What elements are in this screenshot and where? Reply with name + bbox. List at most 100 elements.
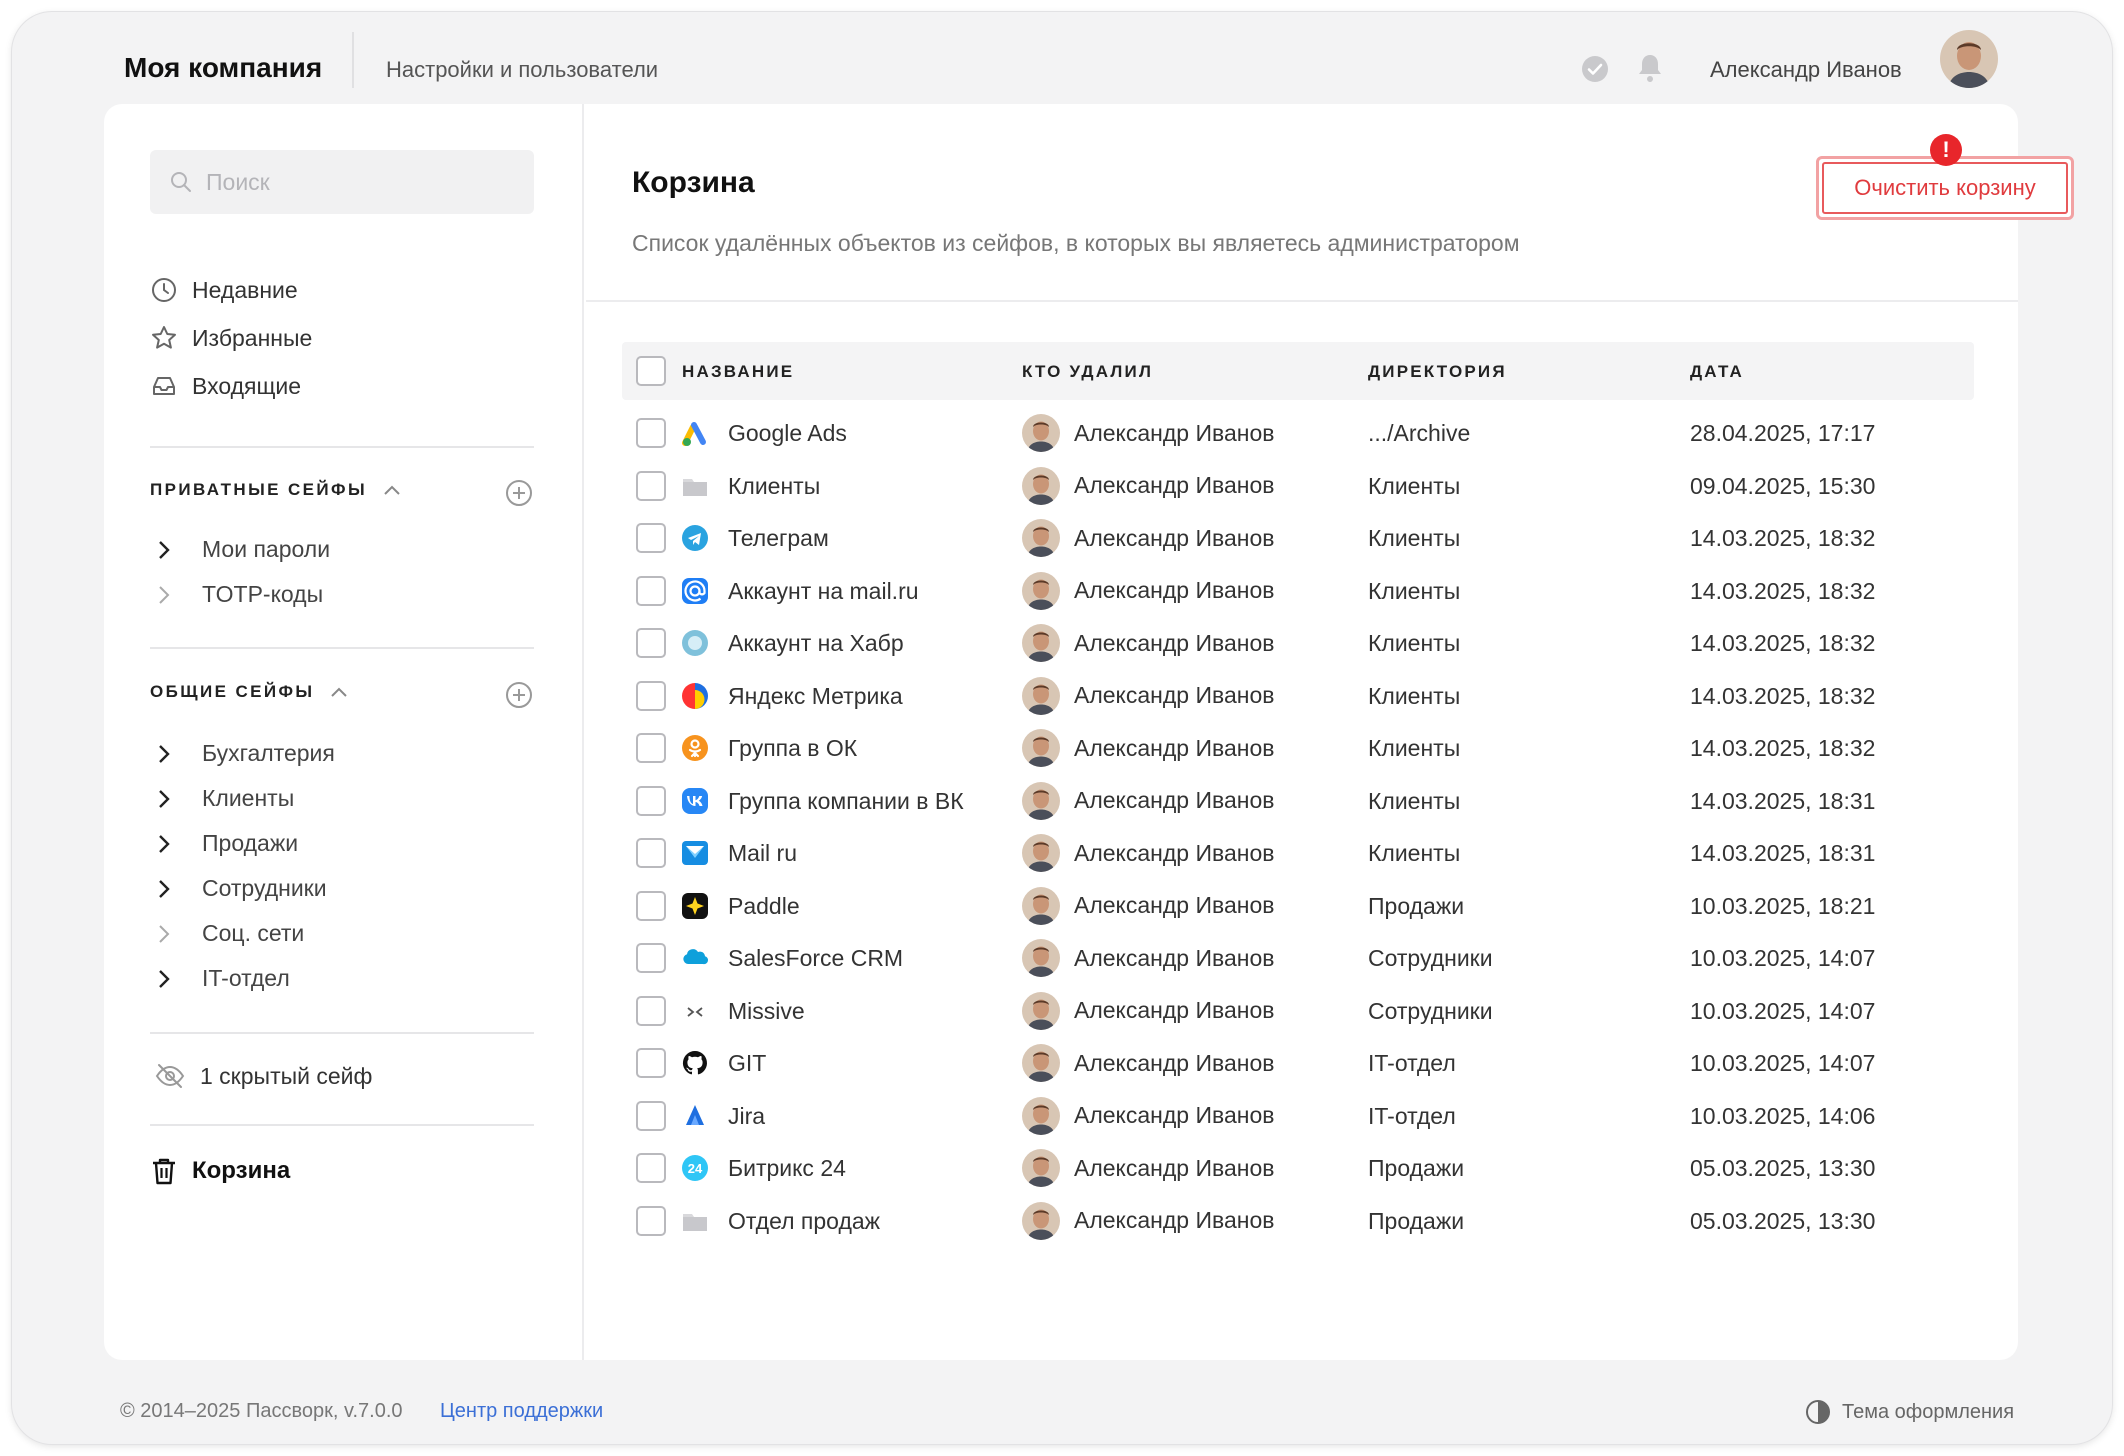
item-name[interactable]: Google Ads [728,420,847,447]
item-name[interactable]: Аккаунт на mail.ru [728,578,919,605]
table-row[interactable]: GIT Александр Иванов IT-отдел 10.03.2025, 1… [622,1038,1974,1091]
item-name[interactable]: SalesForce CRM [728,945,903,972]
add-shared-vault-icon[interactable] [504,680,534,710]
item-name[interactable]: Mail ru [728,840,797,867]
sidebar-item-employees[interactable]: Сотрудники [158,875,327,902]
row-checkbox[interactable] [636,838,666,868]
row-checkbox[interactable] [636,680,666,711]
item-name[interactable]: Клиенты [728,473,820,500]
hidden-vaults-link[interactable]: 1 скрытый сейф [154,1062,372,1090]
chevron-up-icon[interactable] [330,686,348,698]
avatar[interactable] [1940,30,1998,88]
check-circle-icon[interactable] [1580,54,1610,84]
select-all-checkbox[interactable] [636,356,666,386]
chevron-right-icon[interactable] [158,585,170,605]
table-row[interactable]: SalesForce CRM Александр Иванов Сотрудники… [622,933,1974,986]
table-row[interactable]: 24 Битрикс 24 Александр Иванов Продажи 05.03… [622,1143,1974,1196]
chevron-right-icon[interactable] [158,924,170,944]
chevron-right-icon[interactable] [158,540,170,560]
column-header-name[interactable]: НАЗВАНИЕ [682,362,794,382]
row-checkbox[interactable] [636,1205,666,1236]
deleted-by: Александр Иванов [1022,781,1274,820]
item-name[interactable]: Jira [728,1103,765,1130]
shared-vaults-header[interactable]: ОБЩИЕ СЕЙФЫ [150,682,348,702]
avatar [1022,1044,1060,1082]
table-row[interactable]: Отдел продаж Александр Иванов Продажи 05.03… [622,1196,1974,1249]
theme-toggle[interactable]: Тема оформления [1804,1398,2014,1426]
sidebar-item-sales[interactable]: Продажи [158,830,298,857]
item-name[interactable]: Отдел продаж [728,1208,880,1235]
support-link[interactable]: Центр поддержки [440,1400,603,1423]
deleted-date: 14.03.2025, 18:32 [1690,682,1876,709]
item-name[interactable]: Аккаунт на Хабр [728,630,904,657]
item-name[interactable]: Группа компании в ВК [728,788,964,815]
content-divider [586,300,2018,302]
search-input[interactable]: Поиск [150,150,534,214]
sidebar-item-social[interactable]: Соц. сети [158,920,304,947]
row-checkbox[interactable] [636,890,666,921]
table-row[interactable]: Google Ads Александр Иванов .../Archive 28.… [622,408,1974,461]
table-row[interactable]: Яндекс Метрика Александр Иванов Клиенты 14.… [622,671,1974,724]
row-checkbox[interactable] [636,995,666,1026]
table-row[interactable]: Группа в ОК Александр Иванов Клиенты 14.03.… [622,723,1974,776]
row-checkbox[interactable] [636,1048,666,1078]
chevron-up-icon[interactable] [383,484,401,496]
avatar [1022,729,1060,767]
settings-link[interactable]: Настройки и пользователи [386,57,658,83]
item-name[interactable]: GIT [728,1050,766,1077]
item-name[interactable]: Битрикс 24 [728,1155,846,1182]
item-name[interactable]: Телеграм [728,525,829,552]
row-checkbox[interactable] [636,418,666,448]
row-checkbox[interactable] [636,575,666,606]
row-checkbox[interactable] [636,943,666,973]
chevron-right-icon[interactable] [158,834,170,854]
chevron-right-icon[interactable] [158,879,170,899]
company-name[interactable]: Моя компания [124,52,322,84]
chevron-right-icon[interactable] [158,969,170,989]
chevron-right-icon[interactable] [158,744,170,764]
item-name[interactable]: Missive [728,998,805,1025]
sidebar-item-my-passwords[interactable]: Мои пароли [158,536,330,563]
private-vaults-header[interactable]: ПРИВАТНЫЕ СЕЙФЫ [150,480,401,500]
table-row[interactable]: Группа компании в ВК Александр Иванов Клие… [622,776,1974,829]
table-row[interactable]: Аккаунт на mail.ru Александр Иванов Клиент… [622,566,1974,619]
deleted-by-name: Александр Иванов [1074,892,1275,918]
sidebar-item-totp[interactable]: TOTP-коды [158,581,323,608]
sidebar-item-it[interactable]: IT-отдел [158,965,290,992]
sidebar-item-accounting[interactable]: Бухгалтерия [158,740,335,767]
table-row[interactable]: Jira Александр Иванов IT-отдел 10.03.2025, … [622,1091,1974,1144]
row-checkbox[interactable] [636,470,666,501]
column-header-date[interactable]: ДАТА [1690,362,1744,382]
sidebar-item-recent[interactable]: Недавние [150,276,298,304]
column-header-deleted-by[interactable]: КТО УДАЛИЛ [1022,362,1153,382]
clock-icon [152,278,176,302]
item-name[interactable]: Яндекс Метрика [728,683,903,710]
row-checkbox[interactable] [636,1100,666,1131]
user-name[interactable]: Александр Иванов [1710,57,1902,83]
deleted-date: 28.04.2025, 17:17 [1690,420,1876,446]
row-checkbox[interactable] [636,785,666,816]
directory: Сотрудники [1368,945,1493,971]
table-row[interactable]: Аккаунт на Хабр Александр Иванов Клиенты 14… [622,618,1974,671]
add-private-vault-icon[interactable] [504,478,534,508]
item-name[interactable]: Paddle [728,893,800,920]
sidebar-item-clients[interactable]: Клиенты [158,785,294,812]
item-name[interactable]: Группа в ОК [728,735,857,762]
row-checkbox[interactable] [636,523,666,553]
table-row[interactable]: Missive Александр Иванов Сотрудники 10.03.2… [622,986,1974,1039]
row-checkbox[interactable] [636,733,666,763]
row-checkbox[interactable] [636,1153,666,1183]
table-row[interactable]: Телеграм Александр Иванов Клиенты 14.03.202… [622,513,1974,566]
column-header-directory[interactable]: ДИРЕКТОРИЯ [1368,362,1507,382]
sidebar-item-favorites[interactable]: Избранные [150,324,312,352]
deleted-by: Александр Иванов [1022,414,1274,452]
chevron-right-icon[interactable] [158,789,170,809]
row-checkbox[interactable] [636,628,666,658]
sidebar-item-trash[interactable]: Корзина [150,1156,290,1186]
sidebar-item-inbox[interactable]: Входящие [150,372,301,400]
bell-icon[interactable] [1635,52,1665,84]
table-row[interactable]: Paddle Александр Иванов Продажи 10.03.2025,… [622,881,1974,934]
table-row[interactable]: Клиенты Александр Иванов Клиенты 09.04.2025… [622,461,1974,514]
table-row[interactable]: Mail ru Александр Иванов Клиенты 14.03.2025… [622,828,1974,881]
avatar [1022,414,1060,452]
